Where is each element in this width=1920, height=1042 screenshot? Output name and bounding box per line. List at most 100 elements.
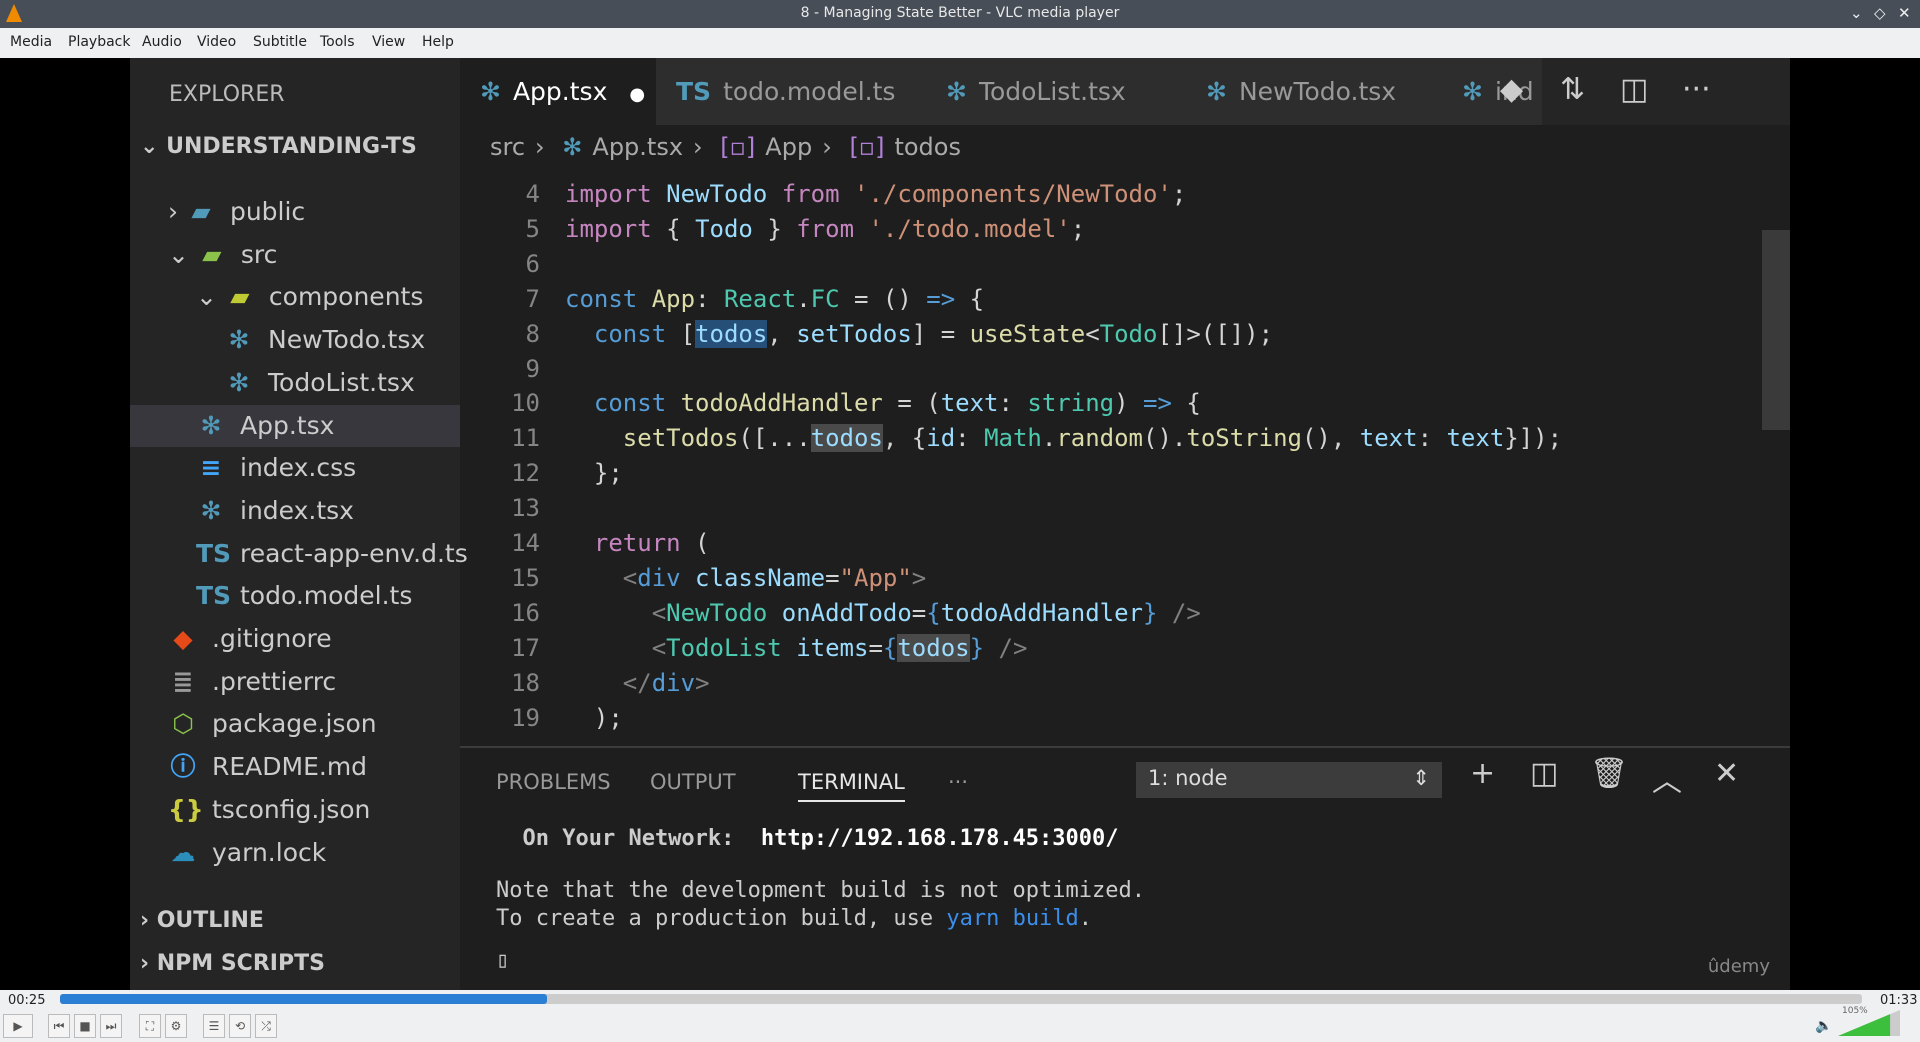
new-terminal-icon[interactable]: +	[1470, 756, 1495, 791]
extended-settings-button[interactable]: ⚙	[165, 1014, 187, 1038]
code-line[interactable]: </div>	[565, 669, 710, 697]
speaker-icon[interactable]: 🔈	[1815, 1018, 1832, 1034]
tab-todo-model-ts[interactable]: TS todo.model.ts	[656, 58, 926, 125]
explorer-item[interactable]: ☁ yarn.lock	[130, 832, 460, 874]
code-line[interactable]: <div className="App">	[565, 564, 926, 592]
explorer-item[interactable]: ⓘ README.md	[130, 746, 460, 788]
more-actions-icon[interactable]: ···	[1682, 72, 1711, 107]
loop-button[interactable]: ⟲	[229, 1014, 251, 1038]
code-line[interactable]: return (	[565, 529, 710, 557]
menu-view[interactable]: View	[372, 34, 405, 50]
close-button[interactable]: ✕	[1898, 4, 1911, 22]
explorer-item[interactable]: › ▰ public	[130, 191, 460, 233]
code-token: =	[911, 598, 927, 627]
code-line[interactable]: import { Todo } from './todo.model';	[565, 215, 1085, 243]
explorer-item[interactable]: ✻ NewTodo.tsx	[130, 319, 460, 361]
explorer-item[interactable]: ≡ index.css	[130, 447, 460, 489]
code-token: ().	[1143, 424, 1187, 453]
tab-app-tsx[interactable]: ✻ App.tsx ●	[460, 58, 656, 125]
code-line[interactable]: const App: React.FC = () => {	[565, 285, 984, 313]
terminal-line: To create a production build, use yarn b…	[496, 906, 1093, 931]
tab-problems[interactable]: PROBLEMS	[496, 770, 611, 794]
explorer-item[interactable]: TS react-app-env.d.ts	[130, 533, 468, 575]
code-token: (	[695, 529, 710, 557]
code-token: :	[695, 284, 724, 313]
code-line[interactable]: );	[565, 704, 623, 732]
menu-help[interactable]: Help	[422, 34, 454, 50]
player-controls: 00:25 01:33 ▶ ⏮ ■ ⏭ ⛶ ⚙ ☰ ⟲ ⤮ 🔈 105%	[0, 990, 1920, 1042]
next-button[interactable]: ⏭	[100, 1014, 122, 1038]
tab-terminal[interactable]: TERMINAL	[798, 770, 905, 802]
fullscreen-button[interactable]: ⛶	[139, 1014, 161, 1038]
code-token: const	[565, 389, 681, 418]
code-line[interactable]: <NewTodo onAddTodo={todoAddHandler} />	[565, 599, 1201, 627]
code-line[interactable]: };	[565, 459, 623, 487]
menu-media[interactable]: Media	[10, 34, 52, 50]
close-panel-icon[interactable]: ✕	[1714, 756, 1739, 791]
npm-scripts-section[interactable]: › NPM SCRIPTS	[140, 951, 325, 976]
breadcrumb-file[interactable]: App.tsx	[592, 133, 683, 161]
maximize-button[interactable]: ◇	[1874, 4, 1886, 22]
menu-tools[interactable]: Tools	[320, 34, 355, 50]
code-token: setTodos	[796, 319, 912, 348]
unsaved-dot-icon[interactable]: ●	[629, 84, 645, 105]
code-token: }]);	[1504, 424, 1563, 453]
git-lens-icon[interactable]: ◆	[1500, 72, 1523, 107]
code-line[interactable]: const [todos, setTodos] = useState<Todo[…	[565, 319, 1273, 348]
split-terminal-icon[interactable]: ◫	[1530, 756, 1558, 791]
tab-todolist-tsx[interactable]: ✻ TodoList.tsx	[926, 58, 1186, 125]
explorer-item[interactable]: ⬡ package.json	[130, 703, 460, 745]
stop-button[interactable]: ■	[74, 1014, 96, 1038]
terminal-cursor: ▯	[496, 948, 510, 973]
compare-changes-icon[interactable]: ⇅	[1560, 72, 1585, 107]
seek-bar[interactable]	[60, 994, 1862, 1004]
menu-playback[interactable]: Playback	[68, 34, 130, 50]
explorer-root-folder[interactable]: ⌄ UNDERSTANDING-TS	[130, 126, 460, 168]
menu-audio[interactable]: Audio	[142, 34, 182, 50]
explorer-item[interactable]: ◆ .gitignore	[130, 618, 460, 660]
code-line[interactable]: setTodos([...todos, {id: Math.random().t…	[565, 424, 1563, 453]
explorer-item[interactable]: ✻ App.tsx	[130, 404, 460, 447]
code-line[interactable]: import NewTodo from './components/NewTod…	[565, 180, 1186, 208]
code-token: = (	[882, 389, 941, 418]
explorer-item[interactable]: ⌄ ▰ src	[130, 234, 460, 276]
minimize-button[interactable]: ⌄	[1850, 4, 1863, 22]
menu-video[interactable]: Video	[197, 34, 236, 50]
editor-scrollbar[interactable]	[1762, 230, 1790, 430]
code-token: './todo.model'	[868, 214, 1071, 243]
explorer-item[interactable]: {} tsconfig.json	[130, 789, 460, 831]
explorer-item[interactable]: ⌄ ▰ components	[130, 276, 460, 318]
tab-label: NewTodo.tsx	[1238, 77, 1397, 106]
panel-more-icon[interactable]: ···	[948, 770, 968, 794]
split-editor-icon[interactable]: ◫	[1620, 72, 1648, 107]
explorer-item[interactable]: ✻ index.tsx	[130, 490, 460, 532]
git-icon: ◆	[173, 624, 193, 653]
explorer-item[interactable]: ✻ TodoList.tsx	[130, 362, 460, 404]
code-editor[interactable]: 4 import NewTodo from './components/NewTo…	[460, 170, 1760, 802]
kill-terminal-icon[interactable]: 🗑	[1590, 756, 1628, 791]
tab-ind[interactable]: ✻ ind	[1442, 58, 1542, 125]
breadcrumb-todos[interactable]: todos	[894, 133, 961, 161]
code-line[interactable]: const todoAddHandler = (text: string) =>…	[565, 389, 1201, 417]
menu-subtitle[interactable]: Subtitle	[253, 34, 307, 50]
code-line[interactable]: <TodoList items={todos} />	[565, 633, 1027, 662]
code-token: const	[565, 319, 681, 348]
code-token: random	[1056, 424, 1144, 453]
explorer-item[interactable]: ≣ .prettierrc	[130, 661, 460, 703]
explorer-item[interactable]: TS todo.model.ts	[130, 575, 460, 617]
breadcrumb-src[interactable]: src	[490, 133, 525, 161]
video-area[interactable]: EXPLORER ⌄ UNDERSTANDING-TS › ▰ public ⌄ ▰…	[0, 58, 1920, 990]
tab-newtodo-tsx[interactable]: ✻ NewTodo.tsx	[1186, 58, 1442, 125]
play-button[interactable]: ▶	[3, 1014, 33, 1038]
tab-output[interactable]: OUTPUT	[650, 770, 736, 794]
playlist-button[interactable]: ☰	[203, 1014, 225, 1038]
shuffle-button[interactable]: ⤮	[255, 1014, 277, 1038]
code-token: {	[882, 633, 898, 662]
terminal-select[interactable]: 1: node ⇕	[1136, 762, 1442, 798]
breadcrumb-app[interactable]: App	[765, 133, 812, 161]
maximize-panel-icon[interactable]: ︿	[1652, 756, 1682, 800]
outline-section[interactable]: › OUTLINE	[140, 908, 264, 933]
previous-button[interactable]: ⏮	[48, 1014, 70, 1038]
total-time: 01:33	[1880, 993, 1918, 1008]
line-number: 14	[511, 529, 540, 557]
